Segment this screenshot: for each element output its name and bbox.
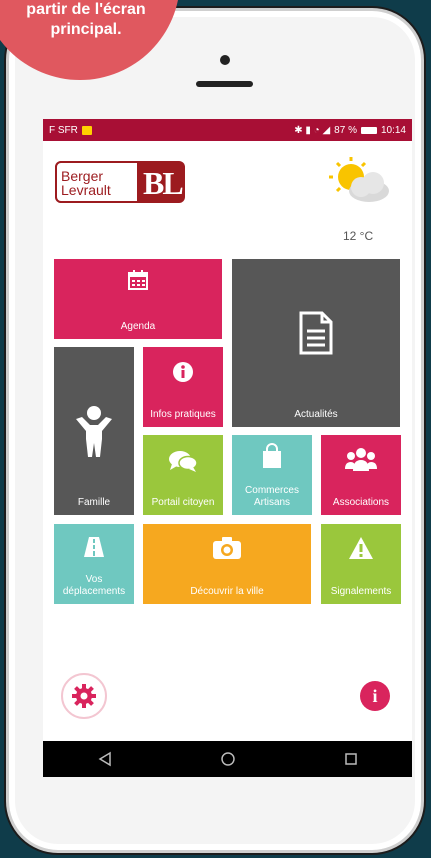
tile-infos-label: Infos pratiques [150,409,216,420]
temperature: 12 °C [343,229,374,243]
home-icon[interactable] [220,751,236,767]
tile-commerces-artisans[interactable]: Commerces Artisans [232,435,312,515]
carrier-label: F SFR [49,124,78,136]
tile-associations[interactable]: Associations [321,435,401,515]
tile-deplacements-label: Vos déplacements [62,574,126,597]
gear-icon [72,684,96,708]
tile-famille[interactable]: Famille [54,347,134,515]
tile-agenda[interactable]: Agenda [54,259,222,339]
warning-icon [349,537,373,559]
road-icon [84,537,104,557]
child-icon [76,406,112,457]
sim-icon [81,125,92,135]
logo-text-line2: Levrault [61,182,111,198]
tile-signalements[interactable]: Signalements [321,524,401,604]
logo-mark: BL [143,165,184,201]
tile-portail-label: Portail citoyen [151,497,215,508]
status-bar: F SFR ✱ ▮ ◔ ◢ 87 % 10:14 [43,119,412,141]
info-button[interactable]: i [360,681,390,711]
camera-icon [213,537,241,559]
info-circle-icon [173,362,193,382]
document-icon [299,311,333,355]
tile-actualites-label: Actualités [294,409,338,420]
group-icon [345,448,377,471]
tile-vos-deplacements[interactable]: Vos déplacements [54,524,134,604]
earpiece-speaker [196,81,253,87]
tile-signalements-label: Signalements [330,586,392,597]
battery-icon [360,126,377,134]
info-icon: i [372,685,378,706]
shopping-bag-icon [263,443,281,468]
tile-commerces-label: Commerces Artisans [245,485,299,508]
berger-levrault-logo: Berger Levrault BL [55,161,185,203]
recent-apps-icon[interactable] [343,751,359,767]
front-camera [220,55,230,65]
clock: 10:14 [380,124,406,136]
settings-button[interactable] [61,673,107,719]
phone-frame: F SFR ✱ ▮ ◔ ◢ 87 % 10:14 Berger Levrault… [6,8,424,853]
tile-associations-label: Associations [332,497,390,508]
tile-actualites[interactable]: Actualités [232,259,400,427]
tile-decouvrir-label: Découvrir la ville [190,586,264,597]
tile-portail-citoyen[interactable]: Portail citoyen [143,435,223,515]
android-nav-bar [43,741,412,777]
tile-famille-label: Famille [77,497,111,508]
battery-percent: 87 % [334,124,357,136]
app-screen: F SFR ✱ ▮ ◔ ◢ 87 % 10:14 Berger Levrault… [43,119,412,777]
tile-agenda-label: Agenda [120,321,156,332]
calendar-icon [128,270,148,290]
chat-bubbles-icon [169,451,198,472]
callout-text: partir de l'écran principal. [26,1,146,38]
tile-infos-pratiques[interactable]: Infos pratiques [143,347,223,427]
signal-icon: ✱ ▮ ◔ ◢ [294,124,331,136]
back-icon[interactable] [97,751,113,767]
weather-icon [329,157,389,202]
logo-text-line1: Berger [61,168,104,184]
tile-decouvrir-la-ville[interactable]: Découvrir la ville [143,524,311,604]
